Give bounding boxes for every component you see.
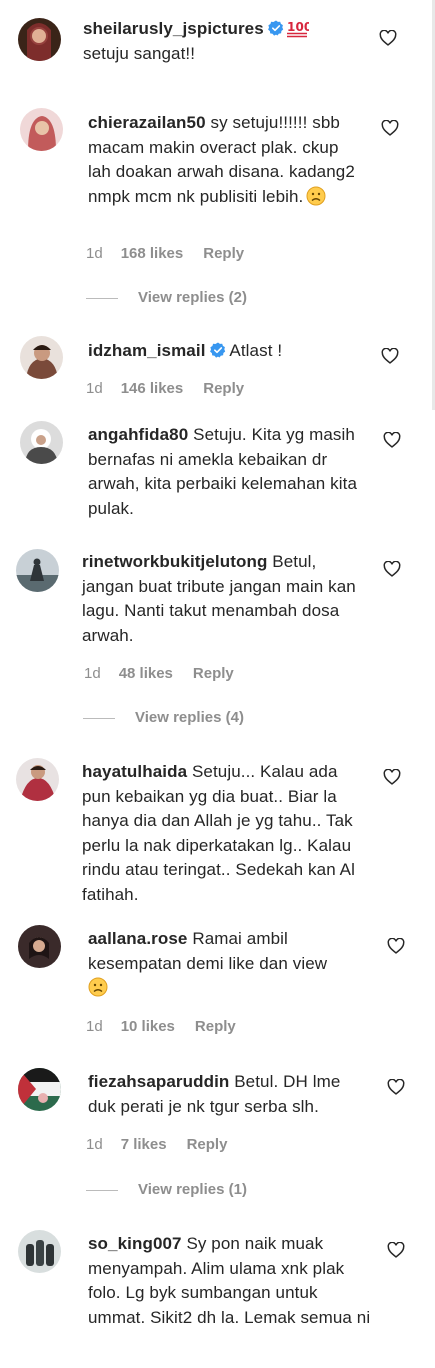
reply-button[interactable]: Reply — [193, 665, 234, 682]
view-replies-button[interactable]: View replies (2) — [86, 289, 247, 306]
replies-divider — [86, 297, 118, 299]
like-heart-icon[interactable] — [387, 938, 405, 954]
avatar[interactable] — [20, 108, 63, 151]
view-replies-button[interactable]: View replies (1) — [86, 1181, 247, 1198]
svg-text:100: 100 — [287, 20, 309, 34]
avatar[interactable] — [18, 18, 61, 61]
avatar[interactable] — [18, 925, 61, 968]
avatar[interactable] — [20, 421, 63, 464]
comment-time: 1d — [84, 665, 101, 682]
sad-face-emoji-icon — [306, 186, 326, 205]
comment-time: 1d — [86, 380, 103, 397]
like-heart-icon[interactable] — [383, 561, 401, 577]
comment-time: 1d — [86, 245, 103, 262]
comment-username[interactable]: angahfida80 — [88, 425, 188, 444]
comment-time: 1d — [86, 1018, 103, 1035]
comment-text: hayatulhaida Setuju... Kalau ada pun keb… — [82, 760, 364, 907]
view-replies-label: View replies (2) — [138, 289, 247, 306]
comment-meta: 1d 7 likes Reply — [86, 1136, 227, 1153]
comment-likes[interactable]: 10 likes — [121, 1018, 175, 1035]
reply-button[interactable]: Reply — [195, 1018, 236, 1035]
comment-username[interactable]: hayatulhaida — [82, 762, 187, 781]
comment-username[interactable]: idzham_ismail — [88, 341, 206, 360]
avatar[interactable] — [20, 336, 63, 379]
like-heart-icon[interactable] — [381, 120, 399, 136]
comment-text: so_king007 Sy pon naik muak menyampah. A… — [88, 1232, 373, 1330]
comment-text: idzham_ismail Atlast ! — [88, 339, 358, 364]
comment-meta: 1d 168 likes Reply — [86, 245, 244, 262]
reply-button[interactable]: Reply — [203, 245, 244, 262]
avatar[interactable] — [16, 758, 59, 801]
comment-text: sheilarusly_jspictures 100 setuju sangat!… — [83, 17, 383, 66]
comment-username[interactable]: sheilarusly_jspictures — [83, 19, 264, 38]
comment-username[interactable]: rinetworkbukitjelutong — [82, 552, 267, 571]
verified-badge-icon — [267, 20, 283, 36]
like-heart-icon[interactable] — [383, 769, 401, 785]
like-heart-icon[interactable] — [379, 30, 397, 46]
comment-username[interactable]: aallana.rose — [88, 929, 187, 948]
comment-username[interactable]: so_king007 — [88, 1234, 182, 1253]
comment-body: Setuju... Kalau ada pun kebaikan yg dia … — [82, 762, 355, 904]
view-replies-button[interactable]: View replies (4) — [83, 709, 244, 726]
sad-face-emoji-icon — [88, 977, 108, 997]
hundred-points-emoji-icon: 100 — [286, 20, 309, 38]
comment-likes[interactable]: 146 likes — [121, 380, 184, 397]
comment-body: setuju sangat!! — [83, 43, 196, 63]
view-replies-label: View replies (4) — [135, 709, 244, 726]
comment-body: Atlast ! — [229, 341, 283, 360]
comment-text: aallana.rose Ramai ambil kesempatan demi… — [88, 927, 363, 1001]
comment-likes[interactable]: 7 likes — [121, 1136, 167, 1153]
comment-username[interactable]: chierazailan50 — [88, 113, 206, 132]
avatar[interactable] — [16, 549, 59, 592]
comment-username[interactable]: fiezahsaparuddin — [88, 1072, 229, 1091]
avatar[interactable] — [18, 1230, 61, 1273]
comment-text: fiezahsaparuddin Betul. DH lme duk perat… — [88, 1070, 363, 1119]
comment-text: rinetworkbukitjelutong Betul, jangan bua… — [82, 550, 362, 648]
comment-likes[interactable]: 48 likes — [119, 665, 173, 682]
comment-time: 1d — [86, 1136, 103, 1153]
replies-divider — [83, 717, 115, 719]
comment-meta: 1d 146 likes Reply — [86, 380, 244, 397]
like-heart-icon[interactable] — [381, 348, 399, 364]
like-heart-icon[interactable] — [387, 1242, 405, 1258]
comment-text: angahfida80 Setuju. Kita yg masih bernaf… — [88, 423, 358, 521]
view-replies-label: View replies (1) — [138, 1181, 247, 1198]
verified-badge-icon — [209, 342, 225, 358]
reply-button[interactable]: Reply — [187, 1136, 228, 1153]
like-heart-icon[interactable] — [383, 432, 401, 448]
like-heart-icon[interactable] — [387, 1079, 405, 1095]
reply-button[interactable]: Reply — [203, 380, 244, 397]
comment-meta: 1d 48 likes Reply — [84, 665, 234, 682]
avatar[interactable] — [18, 1068, 61, 1111]
comment-meta: 1d 10 likes Reply — [86, 1018, 236, 1035]
replies-divider — [86, 1189, 118, 1191]
comment-text: chierazailan50 sy setuju!!!!!! sbb macam… — [88, 111, 358, 209]
comment-likes[interactable]: 168 likes — [121, 245, 184, 262]
